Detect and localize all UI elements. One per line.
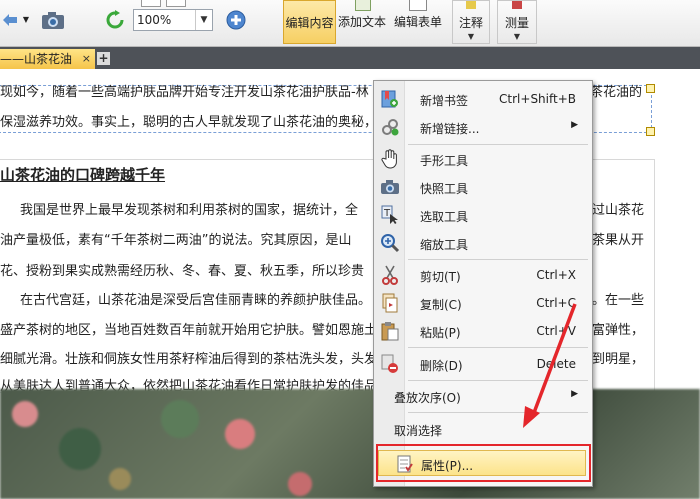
menu-item-shortcut: Ctrl+Shift+B	[499, 92, 576, 106]
menu-item-select-tool[interactable]: T 选取工具	[374, 202, 590, 228]
document-tab[interactable]: ——山茶花油 ×	[0, 49, 95, 69]
menu-item-add-bookmark[interactable]: 新增书签 Ctrl+Shift+B	[374, 86, 590, 112]
scissors-icon	[380, 265, 400, 285]
menu-item-label: 快照工具	[420, 182, 469, 196]
measure-icon	[512, 1, 522, 9]
zoom-value: 100%	[137, 13, 172, 27]
para2-line-2: 盛产茶树的地区，当地百姓数百年前就开始用它护肤。譬如恩施土	[0, 323, 378, 338]
resize-handle[interactable]	[646, 127, 655, 136]
menu-item-label: 选取工具	[420, 210, 469, 224]
page-view-icon[interactable]	[141, 0, 161, 7]
edit-form-icon	[409, 0, 427, 11]
para2-line-1: 在古代宫廷，山茶花油是深受后宫佳丽青睐的养颜护肤佳品。	[20, 293, 372, 308]
menu-separator	[408, 259, 588, 260]
measure-button[interactable]: 测量 ▼	[497, 0, 537, 44]
zoom-select[interactable]: 100% ▼	[133, 9, 213, 31]
toolbar: ▼ 100% ▼ 编辑内容 添加文本 编辑表单 注释 ▼ 测量 ▼	[0, 0, 700, 47]
intro-line-2: 保湿滋养功效。事实上，聪明的古人早就发现了山茶花油的奥秘，	[0, 115, 378, 130]
menu-item-label: 复制(C)	[420, 298, 462, 312]
para2-line-3-tail: 到明星，	[592, 352, 645, 367]
menu-item-snapshot-tool[interactable]: 快照工具	[374, 174, 590, 200]
para1-line-2-tail: 茶果从开	[592, 233, 645, 248]
para1-line-3: 花、授粉到果实成熟需经历秋、冬、春、夏、秋五季，所以珍贵	[0, 264, 365, 279]
menu-item-label: 新增书签	[420, 94, 469, 108]
document-canvas[interactable]: 现如今，随着一些高端护肤品牌开始专注开发山茶花油护肤品-林 茶花油的 保湿滋养功…	[0, 69, 700, 499]
menu-item-label: 粘贴(P)	[420, 326, 461, 340]
para1-line-2: 油产量极低，素有“千年茶树二两油”的说法。究其原因，是山	[0, 233, 352, 248]
add-text-icon	[355, 0, 371, 11]
paste-icon	[380, 321, 400, 341]
intro-line-1: 现如今，随着一些高端护肤品牌开始专注开发山茶花油护肤品-林	[0, 85, 369, 100]
edit-form-button[interactable]: 编辑表单	[392, 0, 444, 44]
camellia-photo[interactable]	[0, 389, 700, 499]
menu-item-label: 叠放次序(O)	[394, 391, 461, 405]
edit-form-label: 编辑表单	[393, 15, 442, 29]
zoom-in-icon[interactable]	[225, 9, 247, 31]
menu-item-zoom-tool[interactable]: 缩放工具	[374, 230, 590, 256]
para2-line-3: 细腻光滑。壮族和侗族女性用茶籽榨油后得到的茶枯洗头发，头发	[0, 352, 378, 367]
chevron-down-icon[interactable]: ▼	[195, 10, 212, 30]
camera-icon	[380, 177, 400, 197]
menu-item-label: 删除(D)	[420, 359, 463, 373]
annotate-icon	[466, 1, 476, 9]
chevron-down-icon: ▼	[467, 32, 475, 41]
chevron-down-icon: ▼	[513, 32, 521, 41]
delete-icon	[380, 354, 400, 374]
link-icon	[380, 117, 400, 137]
share-dropdown-icon[interactable]: ▼	[21, 14, 31, 24]
menu-item-hand-tool[interactable]: 手形工具	[374, 146, 590, 172]
menu-item-label: 手形工具	[420, 154, 469, 168]
menu-item-shortcut: Ctrl+X	[536, 268, 576, 282]
annotation-arrow	[523, 303, 577, 428]
menu-item-cut[interactable]: 剪切(T) Ctrl+X	[374, 262, 590, 288]
annotate-label: 注释	[458, 16, 483, 30]
article-heading: 山茶花油的口碑跨越千年	[0, 166, 166, 184]
tab-bar: ——山茶花油 × +	[0, 47, 700, 69]
intro-line-1-tail: 茶花油的	[590, 85, 643, 100]
tab-label: ——山茶花油	[0, 52, 73, 66]
menu-item-add-link[interactable]: 新增链接... ▶	[374, 114, 590, 140]
menu-item-label: 新增链接...	[420, 122, 480, 136]
copy-icon	[380, 293, 400, 313]
measure-label: 测量	[504, 16, 529, 30]
page-fit-icon[interactable]	[166, 0, 186, 7]
menu-separator	[408, 144, 588, 145]
share-icon[interactable]	[0, 10, 22, 30]
rotate-icon[interactable]	[104, 8, 126, 32]
zoom-icon	[380, 233, 400, 253]
para2-line-2-tail: 富弹性，	[592, 323, 645, 338]
para2-line-1-tail: 。在一些	[592, 293, 645, 308]
para1-line-1-tail: 过山茶花	[592, 203, 645, 218]
text-select-icon: T	[380, 205, 400, 225]
add-text-label: 添加文本	[337, 15, 386, 29]
edit-content-label: 编辑内容	[285, 16, 334, 30]
close-icon[interactable]: ×	[82, 49, 91, 69]
submenu-arrow-icon: ▶	[571, 120, 578, 130]
add-text-button[interactable]: 添加文本	[337, 0, 387, 44]
svg-text:T: T	[383, 208, 391, 219]
menu-item-label: 剪切(T)	[420, 270, 461, 284]
menu-item-label: 缩放工具	[420, 238, 469, 252]
edit-content-button[interactable]: 编辑内容	[283, 0, 336, 44]
para1-line-1: 我国是世界上最早发现茶树和利用茶树的国家，据统计，全	[20, 203, 359, 218]
add-tab-button[interactable]: +	[97, 52, 110, 65]
annotate-button[interactable]: 注释 ▼	[452, 0, 490, 44]
hand-icon	[380, 149, 400, 169]
resize-handle[interactable]	[646, 84, 655, 93]
menu-item-label: 取消选择	[394, 424, 443, 438]
snapshot-icon[interactable]	[40, 8, 66, 32]
bookmark-icon	[380, 89, 400, 109]
highlight-box	[376, 444, 591, 482]
